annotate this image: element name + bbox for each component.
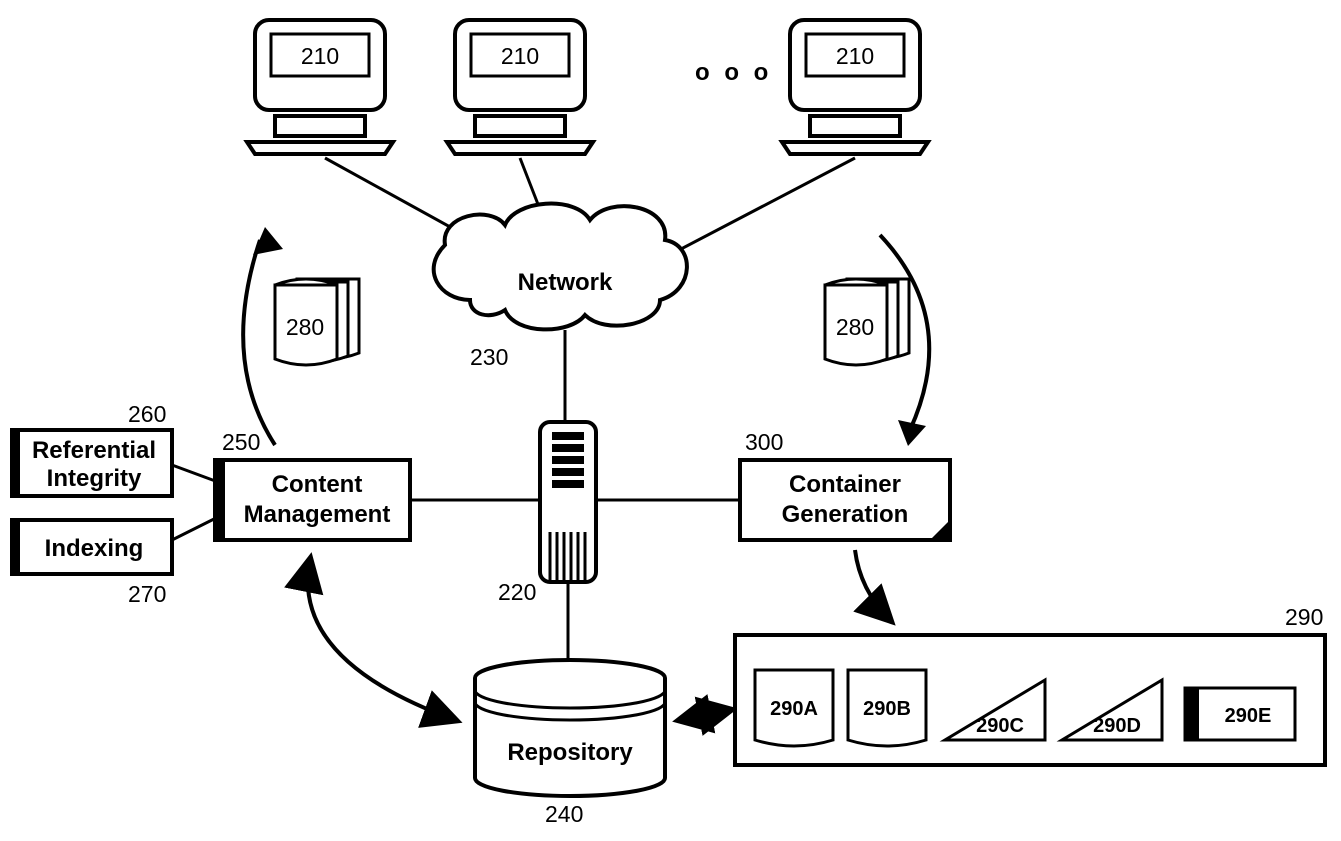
svg-text:Referential: Referential — [32, 437, 156, 464]
svg-text:Container: Container — [789, 471, 901, 498]
svg-text:290D: 290D — [1093, 715, 1141, 737]
documents-stack-icon: 280 — [275, 279, 359, 365]
svg-text:290B: 290B — [863, 698, 911, 720]
client-ref: 210 — [301, 43, 339, 69]
svg-text:290C: 290C — [976, 715, 1024, 737]
svg-text:Generation: Generation — [782, 501, 909, 528]
container-item-document-icon: 290B — [848, 670, 926, 746]
system-architecture-diagram: 210 210 210 o o o Network 230 220 Conten… — [0, 0, 1341, 841]
container-set-ref: 290 — [1285, 604, 1323, 630]
container-generation-box: Container Generation — [740, 460, 950, 540]
svg-text:Content: Content — [272, 471, 363, 498]
svg-text:Indexing: Indexing — [45, 535, 144, 562]
repository-cylinder-icon: Repository — [475, 660, 665, 796]
svg-text:290E: 290E — [1225, 705, 1272, 727]
indexing-ref: 270 — [128, 581, 166, 607]
container-set-box: 290 290A 290B 290C 290D 290E — [735, 604, 1325, 765]
ref-integrity-ref: 260 — [128, 401, 166, 427]
client-computer-icon: 210 210 210 — [247, 20, 928, 154]
container-item-document-icon: 290A — [755, 670, 833, 746]
svg-text:290A: 290A — [770, 698, 818, 720]
network-label: Network — [518, 269, 613, 296]
server-ref: 220 — [498, 579, 536, 605]
svg-text:Management: Management — [244, 501, 391, 528]
svg-text:Repository: Repository — [507, 739, 633, 766]
svg-text:210: 210 — [501, 43, 539, 69]
network-ref: 230 — [470, 344, 508, 370]
indexing-box: Indexing — [12, 520, 172, 574]
referential-integrity-box: Referential Integrity — [12, 430, 172, 496]
content-mgmt-ref: 250 — [222, 429, 260, 455]
ellipsis: o o o — [695, 59, 772, 86]
documents-stack-icon: 280 — [825, 279, 909, 365]
container-item-data-icon: 290E — [1185, 688, 1295, 740]
repository-ref: 240 — [545, 801, 583, 827]
network-cloud-icon — [434, 204, 687, 330]
container-gen-ref: 300 — [745, 429, 783, 455]
svg-text:Integrity: Integrity — [47, 465, 142, 492]
svg-text:210: 210 — [836, 43, 874, 69]
svg-text:280: 280 — [836, 314, 874, 340]
content-management-box: Content Management — [215, 460, 410, 540]
svg-text:280: 280 — [286, 314, 324, 340]
server-icon — [540, 422, 596, 582]
